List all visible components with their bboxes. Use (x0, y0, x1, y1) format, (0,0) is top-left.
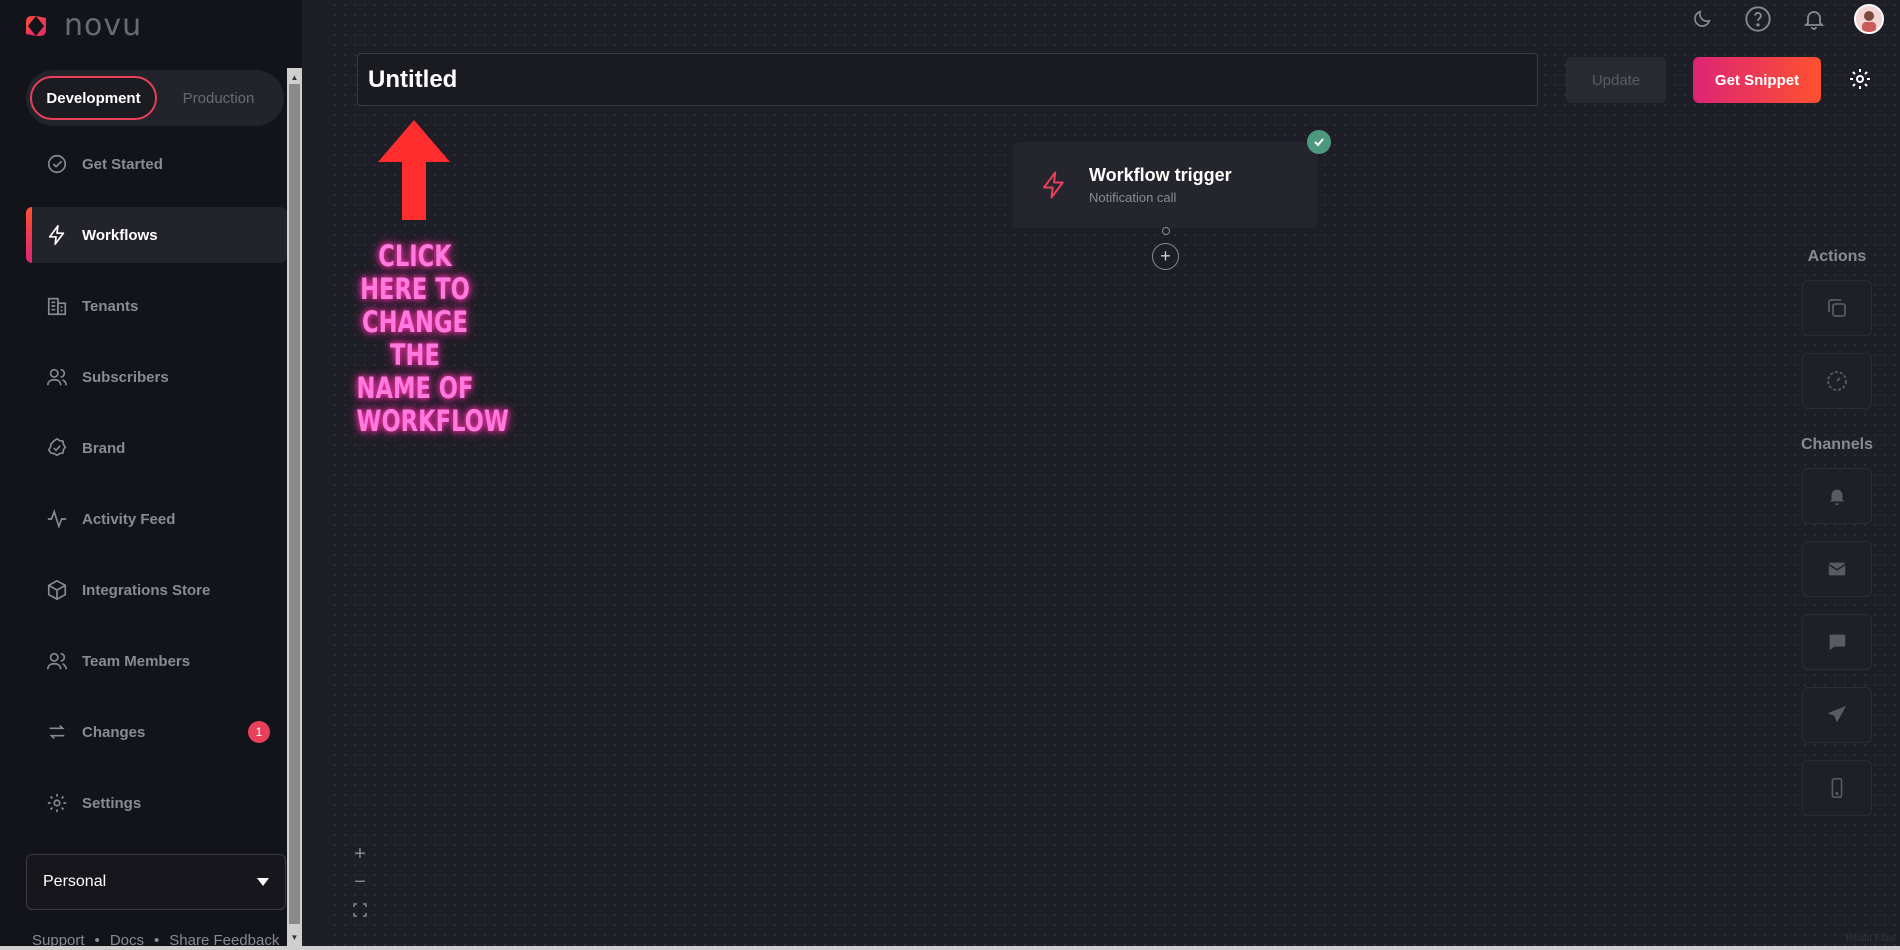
box-icon (46, 579, 68, 601)
sidebar-item-label: Integrations Store (82, 581, 211, 599)
sidebar-item-label: Changes (82, 723, 146, 741)
logo[interactable]: novu (22, 8, 142, 43)
topbar-icons (1686, 3, 1884, 35)
building-icon (46, 295, 68, 317)
window-bottom-bar (0, 946, 1900, 950)
workflow-trigger-node[interactable]: Workflow trigger Notification call (1013, 142, 1318, 228)
help-icon[interactable] (1742, 3, 1774, 35)
env-production-button[interactable]: Production (157, 76, 280, 120)
workflow-settings-gear-icon[interactable] (1845, 64, 1875, 94)
actions-title: Actions (1807, 248, 1867, 265)
sidebar-item-settings[interactable]: Settings (26, 775, 288, 831)
bolt-icon (1043, 171, 1064, 199)
zoom-out-icon[interactable]: − (350, 871, 370, 893)
gear-icon (46, 792, 68, 814)
activity-icon (46, 508, 68, 530)
workflow-name-input[interactable] (357, 53, 1538, 106)
chat-channel-button[interactable] (1802, 687, 1872, 743)
sidebar-item-label: Get Started (82, 155, 163, 173)
sidebar: novu Development Production Get Started … (0, 0, 302, 950)
changes-count-badge: 1 (248, 721, 270, 743)
organization-name: Personal (43, 873, 107, 890)
add-step-plus-icon[interactable]: + (1152, 243, 1179, 270)
node-connector-dot[interactable] (1162, 227, 1170, 235)
get-snippet-button[interactable]: Get Snippet (1693, 57, 1821, 103)
annotation-text: CLICK HERE TO CHANGE THE NAME OF WORKFLO… (356, 239, 509, 438)
sidebar-item-integrations-store[interactable]: Integrations Store (26, 562, 288, 618)
sidebar-item-label: Brand (82, 439, 126, 457)
users-icon (46, 366, 68, 388)
sidebar-item-label: Team Members (82, 652, 191, 670)
sidebar-item-team-members[interactable]: Team Members (26, 633, 288, 689)
sidebar-item-changes[interactable]: Changes 1 (26, 704, 288, 760)
delay-action-button[interactable] (1802, 353, 1872, 409)
sidebar-nav: Get Started Workflows Tenants Subscriber… (26, 136, 288, 846)
envelope-icon (1828, 562, 1846, 576)
scroll-up-arrow[interactable]: ▲ (287, 70, 302, 84)
in-app-channel-button[interactable] (1802, 468, 1872, 524)
caret-down-icon (257, 878, 269, 886)
chat-bubble-icon (1829, 634, 1846, 651)
organization-select[interactable]: Personal (26, 854, 286, 910)
environment-toggle: Development Production (26, 70, 284, 126)
digest-action-button[interactable] (1802, 280, 1872, 336)
moon-icon[interactable] (1686, 3, 1718, 35)
team-icon (46, 650, 68, 672)
update-button[interactable]: Update (1566, 57, 1666, 103)
user-avatar[interactable] (1854, 4, 1884, 34)
channels-title: Channels (1800, 436, 1873, 453)
trigger-subtitle: Notification call (1089, 190, 1177, 205)
check-icon (1307, 130, 1331, 154)
sidebar-item-brand[interactable]: Brand (26, 420, 288, 476)
email-channel-button[interactable] (1802, 541, 1872, 597)
sidebar-item-label: Activity Feed (82, 510, 176, 528)
sidebar-scroll-thumb[interactable] (289, 84, 300, 924)
react-flow-attribution[interactable]: React Flow (1846, 933, 1896, 944)
push-channel-button[interactable] (1802, 760, 1872, 816)
badge-check-icon (46, 437, 68, 459)
copy-stack-icon (1828, 299, 1846, 317)
bell-icon (1829, 489, 1845, 506)
sidebar-item-tenants[interactable]: Tenants (26, 278, 288, 334)
sidebar-item-subscribers[interactable]: Subscribers (26, 349, 288, 405)
brand-name: novu (64, 8, 143, 43)
novu-logo-icon (26, 15, 46, 36)
sidebar-item-get-started[interactable]: Get Started (26, 136, 288, 192)
sidebar-item-label: Subscribers (82, 368, 169, 386)
bell-icon[interactable] (1798, 3, 1830, 35)
zoom-in-icon[interactable]: + (350, 843, 370, 865)
sync-icon (46, 721, 68, 743)
check-circle-icon (46, 153, 68, 175)
sidebar-item-workflows[interactable]: Workflows (26, 207, 288, 263)
annotation-arrow-icon (378, 120, 450, 220)
scroll-down-arrow[interactable]: ▼ (287, 930, 302, 944)
sidebar-item-label: Settings (82, 794, 142, 812)
timer-icon (1827, 371, 1847, 391)
bolt-icon (46, 224, 68, 246)
sidebar-item-label: Tenants (82, 297, 139, 315)
sidebar-item-label: Workflows (82, 226, 158, 244)
mobile-phone-icon (1831, 778, 1843, 798)
paper-plane-icon (1827, 705, 1847, 723)
fit-view-icon[interactable] (350, 900, 370, 920)
sidebar-item-activity-feed[interactable]: Activity Feed (26, 491, 288, 547)
env-development-button[interactable]: Development (30, 76, 157, 120)
trigger-title: Workflow trigger (1089, 165, 1232, 185)
sms-channel-button[interactable] (1802, 614, 1872, 670)
